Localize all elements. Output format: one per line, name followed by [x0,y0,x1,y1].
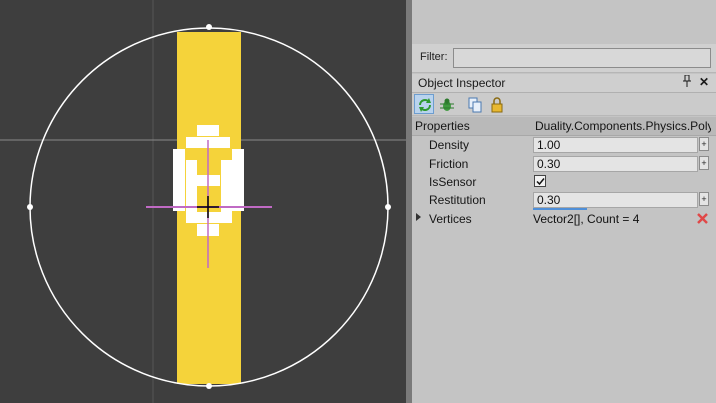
lock-button[interactable] [486,94,506,114]
density-value: 1.00 [537,138,561,152]
property-vertices: Vertices Vector2[], Count = 4 [412,210,716,228]
friction-label: Friction [429,157,469,171]
delete-icon[interactable] [696,212,709,225]
debug-bug-icon [440,98,454,111]
close-icon[interactable]: ✕ [697,75,711,89]
shape-handle-left [27,204,33,210]
refresh-icon [419,98,431,112]
refresh-button[interactable] [414,94,434,114]
property-issensor: IsSensor [412,173,716,191]
restitution-label: Restitution [429,193,486,207]
right-panel: Filter: Object Inspector ✕ Properties Du… [412,0,716,403]
property-restitution: Restitution 0.30 + [412,191,716,210]
shape-handle-right [385,204,391,210]
component-type-label: Duality.Components.Physics.Poly ... [535,119,711,133]
debug-button[interactable] [436,94,456,114]
object-inspector-titlebar: Object Inspector ✕ [412,74,716,93]
expand-arrow-icon[interactable] [416,213,421,221]
properties-header: Properties Duality.Components.Physics.Po… [412,117,716,136]
filter-label: Filter: [420,51,448,63]
copy-icon [468,97,482,113]
friction-value: 0.30 [537,157,561,171]
density-field[interactable]: 1.00 [533,137,698,153]
pin-icon[interactable] [680,74,694,89]
issensor-checkbox[interactable] [534,175,546,187]
properties-column-label: Properties [415,119,470,133]
scene-viewport[interactable] [0,0,406,403]
inspector-toolbar [412,93,716,116]
filter-input[interactable] [453,48,711,68]
vertices-value: Vector2[], Count = 4 [533,212,640,226]
density-label: Density [429,138,470,152]
filter-bar: Filter: [412,44,716,73]
copy-button[interactable] [464,94,484,114]
property-friction: Friction 0.30 + [412,155,716,173]
restitution-spin-button[interactable]: + [699,192,709,206]
friction-field[interactable]: 0.30 [533,156,698,172]
property-density: Density 1.00 + [412,136,716,154]
checkmark-icon [536,178,545,186]
issensor-label: IsSensor [429,175,477,189]
object-inspector-title: Object Inspector [418,76,506,90]
vertices-label: Vertices [429,212,472,226]
friction-spin-button[interactable]: + [699,156,709,170]
lock-icon [491,97,503,113]
scene-canvas[interactable] [0,0,406,403]
restitution-field[interactable]: 0.30 [533,192,698,208]
density-spin-button[interactable]: + [699,137,709,151]
shape-handle-top [206,24,212,30]
restitution-value: 0.30 [537,193,561,207]
shape-handle-bottom [206,383,212,389]
